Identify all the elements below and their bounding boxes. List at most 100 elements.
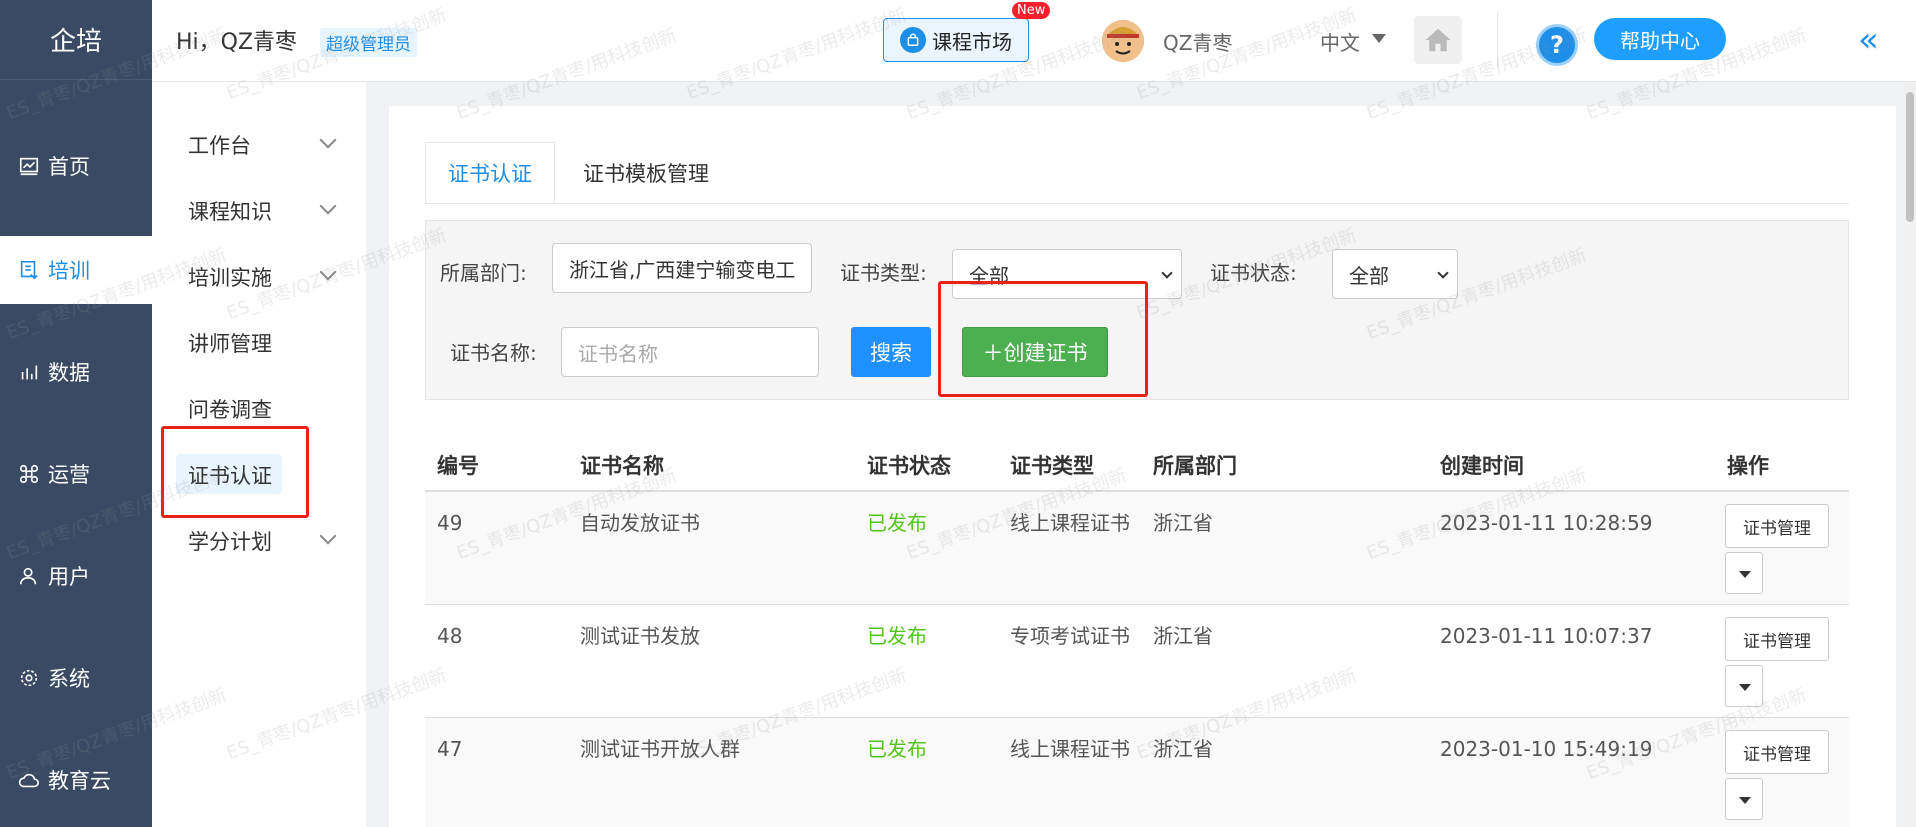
language-select[interactable]: 中文 (1320, 27, 1360, 56)
certificate-manage-button[interactable]: 证书管理 (1725, 617, 1829, 661)
cell-type: 线上课程证书 (1010, 737, 1130, 761)
cell-created: 2023-01-11 10:28:59 (1440, 511, 1653, 535)
submenu-item-workbench[interactable]: 工作台 (188, 130, 251, 160)
sidebar-item-label: 培训 (48, 259, 90, 283)
cell-dept: 浙江省 (1153, 737, 1213, 761)
gear-icon (16, 665, 42, 691)
submenu-item-lecturer[interactable]: 讲师管理 (188, 328, 272, 358)
username-text[interactable]: QZ青枣 (1163, 27, 1232, 56)
dropdown-toggle-button[interactable] (1725, 778, 1763, 820)
table-row: 47 测试证书开放人群 已发布 线上课程证书 浙江省 2023-01-10 15… (425, 718, 1849, 827)
sidebar-item-edu-cloud[interactable]: 教育云 (0, 746, 152, 814)
sidebar-item-label: 教育云 (48, 769, 111, 793)
cell-status: 已发布 (867, 624, 927, 648)
tab-certificate[interactable]: 证书认证 (425, 142, 555, 204)
cell-type: 专项考试证书 (1010, 624, 1130, 648)
tab-divider (425, 203, 1849, 204)
chevron-down-icon (1161, 267, 1173, 279)
scrollbar[interactable] (1904, 82, 1916, 827)
table-header: 编号 证书名称 证书状态 证书类型 所属部门 创建时间 操作 (425, 432, 1849, 492)
col-id: 编号 (437, 454, 479, 478)
greeting-text: Hi，QZ青枣 (176, 30, 298, 55)
cell-dept: 浙江省 (1153, 624, 1213, 648)
cell-type: 线上课程证书 (1010, 511, 1130, 535)
cell-created: 2023-01-11 10:07:37 (1440, 624, 1653, 648)
cell-name: 自动发放证书 (580, 511, 700, 535)
sidebar-item-data[interactable]: 数据 (0, 338, 152, 406)
chevron-down-icon[interactable] (319, 131, 337, 149)
status-select[interactable]: 全部 (1332, 249, 1458, 299)
dropdown-toggle-button[interactable] (1725, 665, 1763, 707)
certificate-name-input[interactable]: 证书名称 (561, 327, 819, 377)
col-type: 证书类型 (1010, 454, 1094, 478)
chart-icon (16, 153, 42, 179)
dept-input[interactable]: 浙江省,广西建宁输变电工 (552, 243, 812, 293)
table-row: 48 测试证书发放 已发布 专项考试证书 浙江省 2023-01-11 10:0… (425, 605, 1849, 718)
role-badge: 超级管理员 (320, 28, 417, 57)
book-icon (16, 257, 42, 283)
command-icon (16, 461, 42, 487)
shopping-bag-icon (900, 27, 926, 53)
new-badge: New (1012, 2, 1051, 19)
submenu-item-survey[interactable]: 问卷调查 (188, 394, 272, 424)
type-label: 证书类型: (840, 261, 927, 285)
cell-id: 47 (437, 737, 463, 761)
name-label: 证书名称: (450, 341, 537, 365)
sidebar-item-users[interactable]: 用户 (0, 542, 152, 610)
sidebar-item-label: 运营 (48, 463, 90, 487)
dropdown-toggle-button[interactable] (1725, 552, 1763, 594)
cell-id: 49 (437, 511, 463, 535)
tab-template-management[interactable]: 证书模板管理 (561, 142, 731, 204)
chevron-down-icon[interactable] (319, 527, 337, 545)
col-status: 证书状态 (867, 454, 951, 478)
highlight-box-create (938, 281, 1148, 397)
chevron-down-icon[interactable] (319, 197, 337, 215)
cell-status: 已发布 (867, 737, 927, 761)
cell-dept: 浙江省 (1153, 511, 1213, 535)
sidebar-item-operations[interactable]: 运营 (0, 440, 152, 508)
course-market-button[interactable]: 课程市场 (883, 18, 1029, 62)
col-action: 操作 (1727, 454, 1769, 478)
main-content: 证书认证 证书模板管理 所属部门: 浙江省,广西建宁输变电工 证书类型: 全部 … (389, 106, 1896, 827)
search-button[interactable]: 搜索 (851, 327, 931, 377)
cell-status: 已发布 (867, 511, 927, 535)
highlight-box-submenu (161, 426, 309, 518)
status-label: 证书状态: (1210, 261, 1297, 285)
user-icon (16, 563, 42, 589)
certificate-manage-button[interactable]: 证书管理 (1725, 504, 1829, 548)
cell-created: 2023-01-10 15:49:19 (1440, 737, 1653, 761)
table-row: 49 自动发放证书 已发布 线上课程证书 浙江省 2023-01-11 10:2… (425, 492, 1849, 605)
chevron-down-icon[interactable] (319, 263, 337, 281)
sidebar-item-label: 系统 (48, 667, 90, 691)
course-market-label: 课程市场 (932, 29, 1012, 54)
sidebar-item-label: 用户 (48, 565, 90, 589)
sidebar-item-label: 数据 (48, 361, 90, 385)
collapse-icon[interactable]: « (1858, 20, 1879, 60)
sidebar-item-system[interactable]: 系统 (0, 644, 152, 712)
sidebar-item-home[interactable]: 首页 (0, 132, 152, 200)
cell-name: 测试证书开放人群 (580, 737, 740, 761)
cell-id: 48 (437, 624, 463, 648)
help-center-button[interactable]: 帮助中心 (1594, 18, 1726, 60)
submenu-item-course-knowledge[interactable]: 课程知识 (188, 196, 272, 226)
chevron-down-icon (1437, 267, 1449, 279)
certificate-manage-button[interactable]: 证书管理 (1725, 730, 1829, 774)
col-created: 创建时间 (1440, 454, 1524, 478)
dept-label: 所属部门: (440, 261, 527, 285)
top-header: Hi，QZ青枣 超级管理员 课程市场 New QZ青枣 中文 ? 帮助中心 « (152, 0, 1916, 82)
submenu-item-credit-plan[interactable]: 学分计划 (188, 526, 272, 556)
help-question-icon[interactable]: ? (1536, 24, 1578, 66)
submenu-item-training-implement[interactable]: 培训实施 (188, 262, 272, 292)
cloud-icon (16, 767, 42, 793)
home-button[interactable] (1414, 16, 1462, 64)
scrollbar-thumb[interactable] (1906, 92, 1914, 222)
caret-down-icon[interactable] (1372, 34, 1386, 43)
col-dept: 所属部门 (1153, 454, 1237, 478)
home-icon (1425, 28, 1451, 52)
app-logo: 企培 (0, 0, 152, 80)
main-sidebar: 企培 首页 培训 数据 运营 用户 系统 教育云 (0, 0, 152, 827)
cell-name: 测试证书发放 (580, 624, 700, 648)
sidebar-item-training[interactable]: 培训 (0, 236, 152, 304)
avatar[interactable] (1102, 20, 1144, 62)
bar-chart-icon (16, 359, 42, 385)
